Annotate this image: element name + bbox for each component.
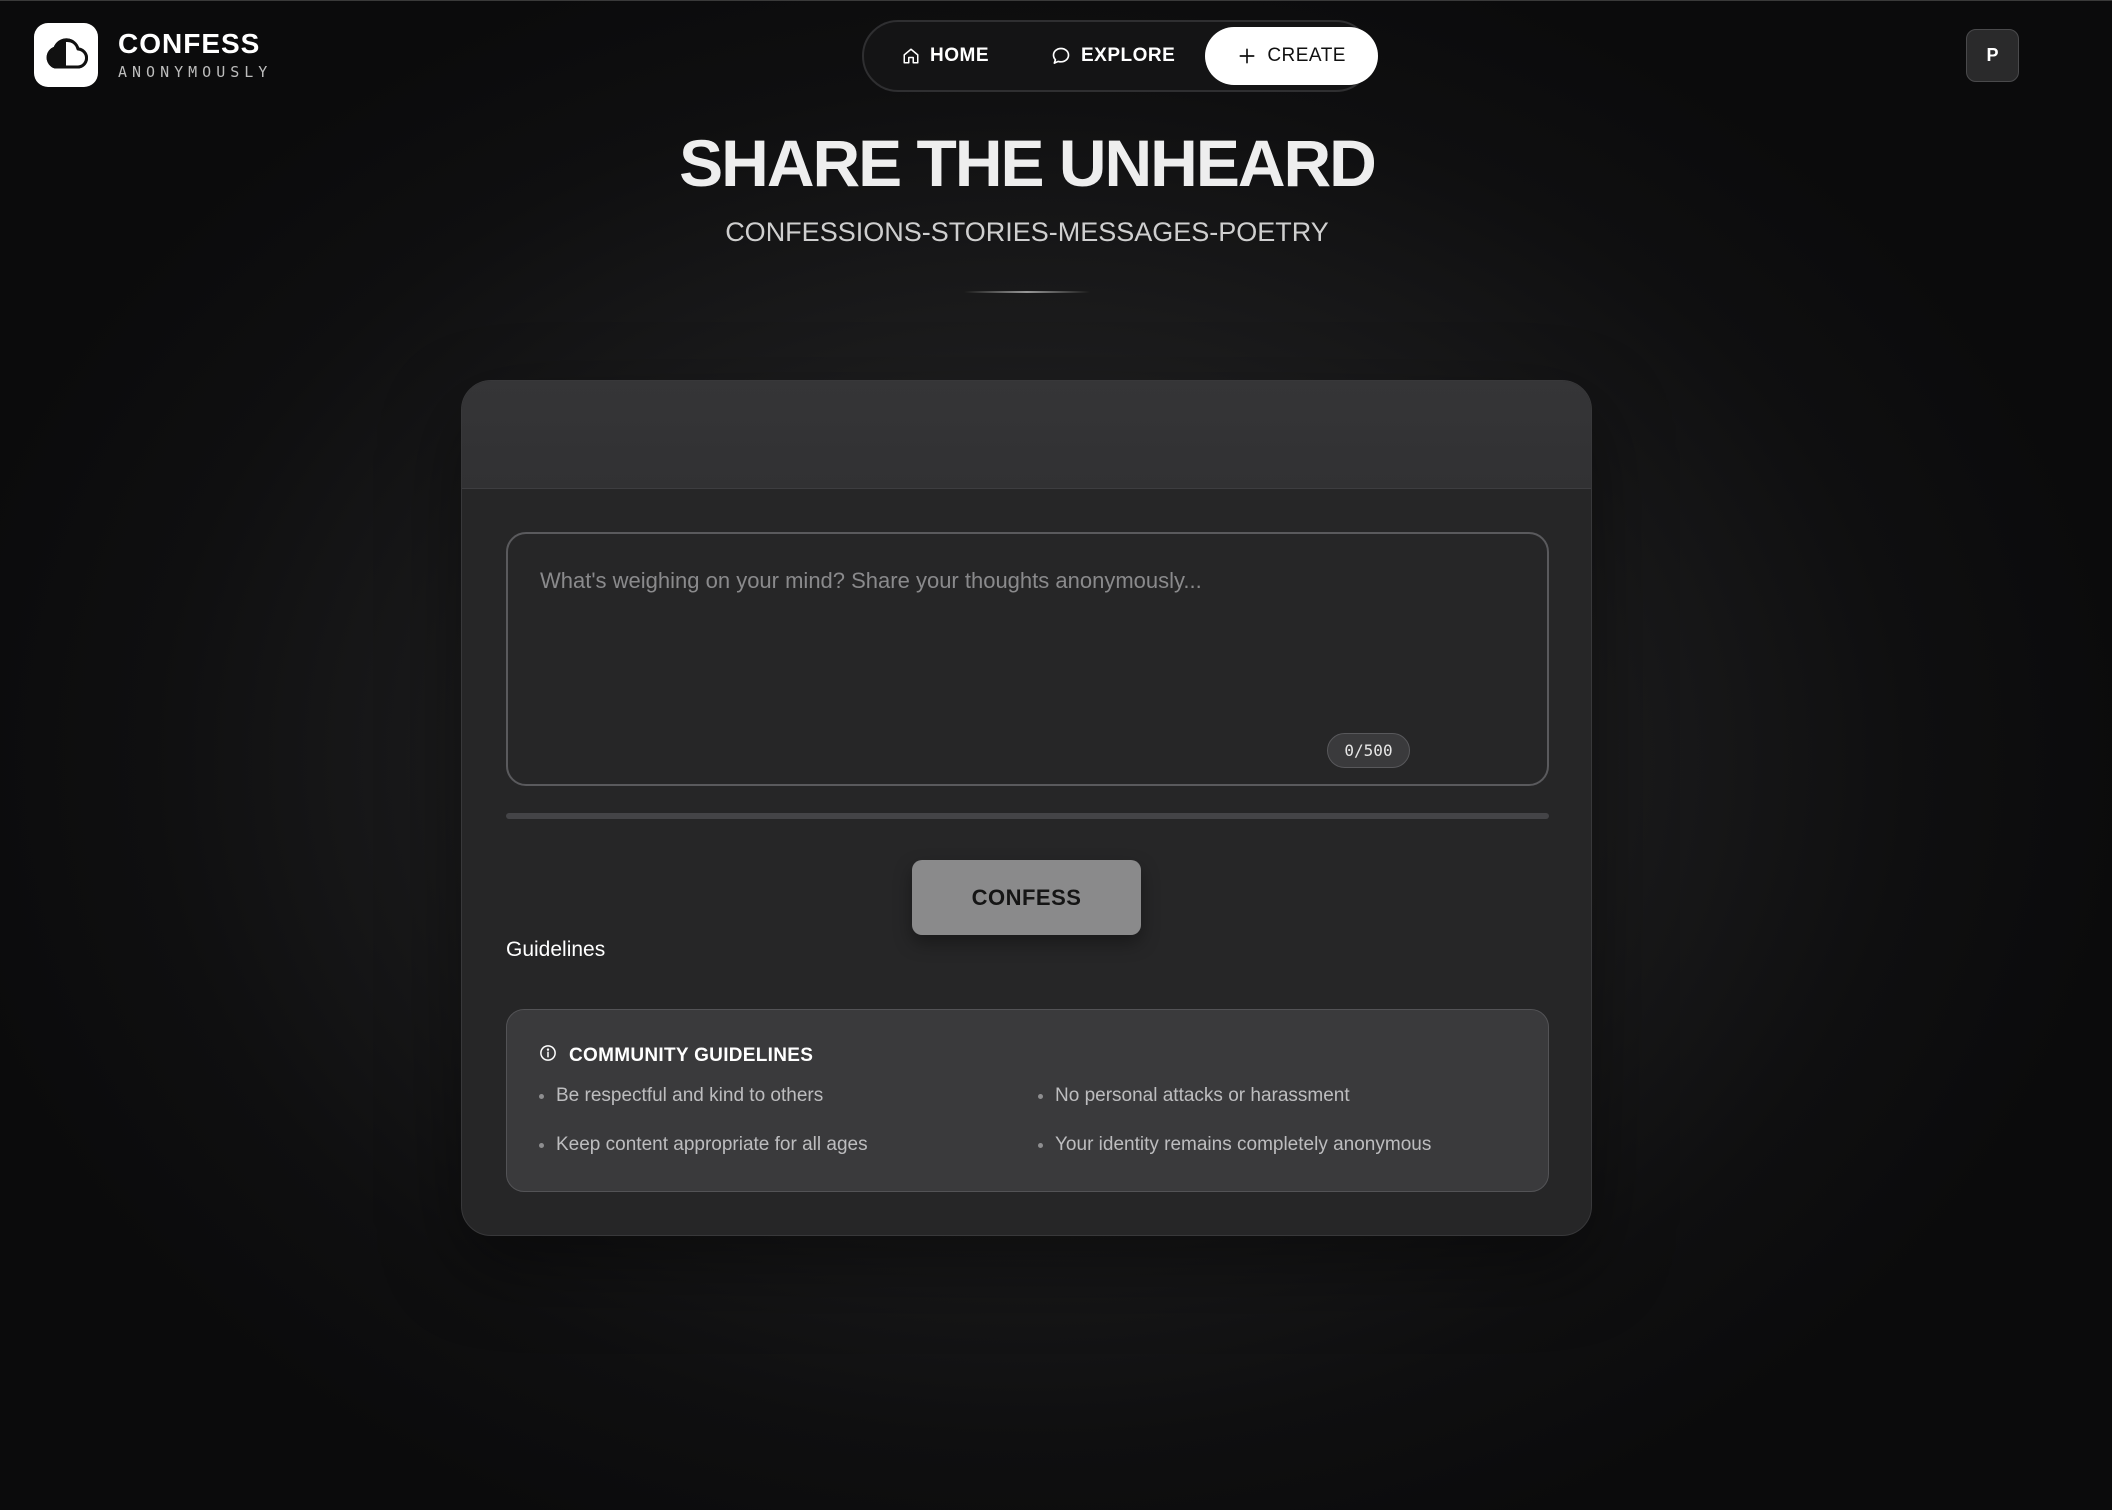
guideline-item: No personal attacks or harassment	[1038, 1085, 1516, 1107]
guideline-text: Keep content appropriate for all ages	[556, 1134, 868, 1155]
nav-create[interactable]: CREATE	[1205, 27, 1378, 85]
character-progress-bar	[506, 813, 1549, 819]
guidelines-label: Guidelines	[506, 938, 606, 961]
compose-card: 0/500 CONFESS Guidelines COMMUNITY GUIDE…	[461, 380, 1592, 1236]
home-icon	[902, 47, 920, 65]
brand-title: CONFESS	[118, 28, 261, 59]
plus-icon	[1237, 46, 1257, 66]
cloud-icon	[44, 36, 88, 75]
page-subtitle: CONFESSIONS-STORIES-MESSAGES-POETRY	[725, 217, 1329, 247]
nav-explore[interactable]: EXPLORE	[1013, 27, 1205, 85]
nav-create-label: CREATE	[1267, 45, 1346, 66]
main-nav: HOME EXPLORE CREATE	[862, 20, 1378, 92]
user-avatar[interactable]: P	[1966, 29, 2019, 82]
guideline-item: Your identity remains completely anonymo…	[1038, 1134, 1516, 1156]
confess-button[interactable]: CONFESS	[912, 860, 1141, 935]
logo	[34, 23, 98, 87]
brand-subtitle: ANONYMOUSLY	[118, 63, 273, 81]
guideline-text: Be respectful and kind to others	[556, 1085, 824, 1106]
guideline-item: Be respectful and kind to others	[539, 1085, 1038, 1107]
guideline-text: No personal attacks or harassment	[1055, 1085, 1350, 1106]
confession-field-wrapper: 0/500	[506, 532, 1549, 786]
info-icon	[539, 1044, 557, 1067]
page-title: SHARE THE UNHEARD	[679, 126, 1377, 200]
guidelines-title: COMMUNITY GUIDELINES	[569, 1044, 814, 1066]
divider	[964, 291, 1090, 293]
character-counter: 0/500	[1327, 733, 1410, 768]
guideline-item: Keep content appropriate for all ages	[539, 1134, 1038, 1156]
brand[interactable]: CONFESS ANONYMOUSLY	[34, 23, 272, 87]
chat-bubble-icon	[1051, 46, 1071, 66]
guideline-text: Your identity remains completely anonymo…	[1055, 1134, 1432, 1155]
nav-home-label: HOME	[930, 45, 989, 66]
nav-home[interactable]: HOME	[868, 27, 1013, 85]
community-guidelines: COMMUNITY GUIDELINES Be respectful and k…	[506, 1009, 1549, 1192]
card-header	[462, 381, 1591, 489]
nav-explore-label: EXPLORE	[1081, 45, 1176, 66]
